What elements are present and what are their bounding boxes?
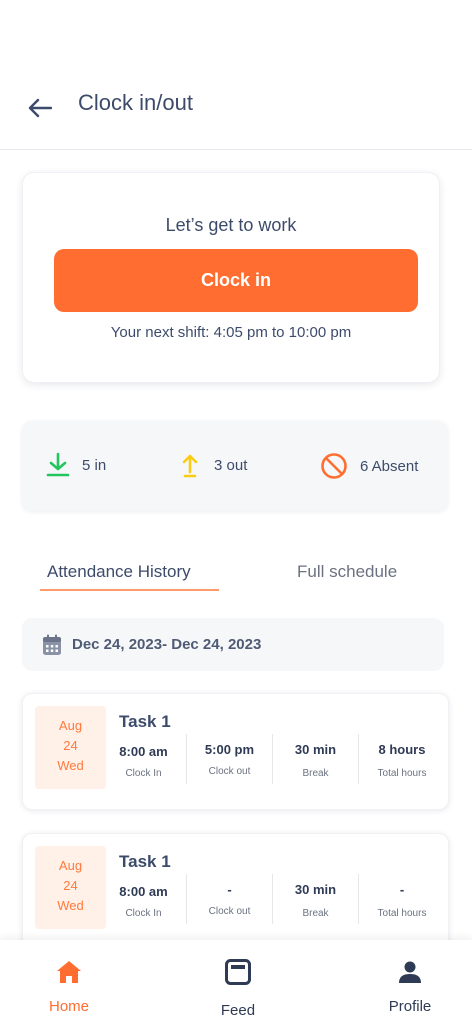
clock-in-value: 8:00 am	[119, 884, 168, 899]
clock-out-value: -	[227, 882, 232, 897]
clock-in-value: 8:00 am	[119, 744, 168, 759]
break-column: 30 min Break	[273, 874, 359, 924]
stat-absent-label: 6 Absent	[360, 457, 419, 475]
total-hours-value: -	[399, 882, 405, 897]
task-card[interactable]: Aug 24 Wed Task 1 8:00 am Clock In 5:00 …	[22, 693, 449, 810]
stat-in-label: 5 in	[82, 456, 107, 474]
date-badge: Aug 24 Wed	[35, 706, 106, 789]
upload-icon	[178, 452, 202, 478]
block-icon	[320, 452, 348, 480]
clock-out-label: Clock out	[208, 906, 251, 917]
total-hours-column: - Total hours	[359, 874, 445, 924]
clock-out-column: 5:00 pm Clock out	[187, 734, 273, 784]
date-range-text: Dec 24, 2023- Dec 24, 2023	[72, 636, 262, 653]
task-title: Task 1	[119, 852, 171, 871]
date-weekday: Wed	[57, 898, 84, 913]
stat-out: 3 out	[178, 452, 247, 478]
nav-feed[interactable]: Feed	[188, 958, 288, 1019]
date-range-picker[interactable]: Dec 24, 2023- Dec 24, 2023	[22, 618, 444, 671]
clock-card: Let’s get to work Clock in Your next shi…	[22, 172, 440, 383]
total-hours-column: 8 hours Total hours	[359, 734, 445, 784]
next-shift-text: Your next shift: 4:05 pm to 10:00 pm	[110, 324, 352, 341]
clock-in-label: Clock In	[125, 768, 162, 779]
task-title: Task 1	[119, 712, 171, 731]
total-hours-label: Total hours	[377, 908, 427, 919]
break-value: 30 min	[294, 882, 337, 897]
total-hours-label: Total hours	[377, 768, 427, 779]
arrow-left-icon	[28, 98, 52, 118]
nav-home[interactable]: Home	[19, 958, 119, 1015]
stat-absent: 6 Absent	[320, 452, 418, 480]
break-column: 30 min Break	[273, 734, 359, 784]
feed-icon	[188, 958, 288, 986]
clock-in-column: 8:00 am Clock In	[101, 874, 187, 924]
tab-attendance-history[interactable]: Attendance History	[47, 562, 191, 582]
clock-out-column: - Clock out	[187, 874, 273, 924]
clock-in-label: Clock In	[125, 908, 162, 919]
bottom-nav: Home Feed Profile	[0, 940, 472, 1024]
date-badge: Aug 24 Wed	[35, 846, 106, 929]
break-label: Break	[302, 908, 329, 919]
clock-greeting: Let’s get to work	[165, 215, 297, 235]
history-tabs: Attendance History Full schedule	[0, 556, 472, 596]
tab-full-schedule[interactable]: Full schedule	[297, 562, 397, 582]
home-icon	[19, 958, 119, 986]
back-button[interactable]	[26, 92, 54, 124]
calendar-icon	[42, 634, 62, 656]
nav-feed-label: Feed	[220, 1002, 256, 1019]
nav-profile-label: Profile	[388, 998, 432, 1015]
date-day: 24	[63, 878, 78, 893]
clock-out-value: 5:00 pm	[204, 742, 255, 757]
total-hours-value: 8 hours	[378, 742, 426, 757]
clock-in-column: 8:00 am Clock In	[101, 734, 187, 784]
stat-in: 5 in	[46, 452, 106, 478]
date-month: Aug	[58, 718, 83, 733]
nav-profile[interactable]: Profile	[360, 958, 460, 1015]
profile-icon	[360, 958, 460, 986]
task-card[interactable]: Aug 24 Wed Task 1 8:00 am Clock In - Clo…	[22, 833, 449, 950]
break-value: 30 min	[294, 742, 337, 757]
break-label: Break	[302, 768, 329, 779]
download-icon	[46, 452, 70, 478]
date-month: Aug	[58, 858, 83, 873]
date-weekday: Wed	[57, 758, 84, 773]
attendance-stats: 5 in 3 out 6 Absent	[22, 421, 448, 511]
active-tab-indicator	[40, 589, 219, 591]
header: Clock in/out	[0, 0, 472, 150]
clock-out-label: Clock out	[208, 766, 251, 777]
clock-in-button[interactable]: Clock in	[54, 249, 418, 312]
date-day: 24	[63, 738, 78, 753]
stat-out-label: 3 out	[214, 456, 248, 474]
nav-home-label: Home	[48, 998, 89, 1015]
page-title: Clock in/out	[78, 90, 193, 115]
